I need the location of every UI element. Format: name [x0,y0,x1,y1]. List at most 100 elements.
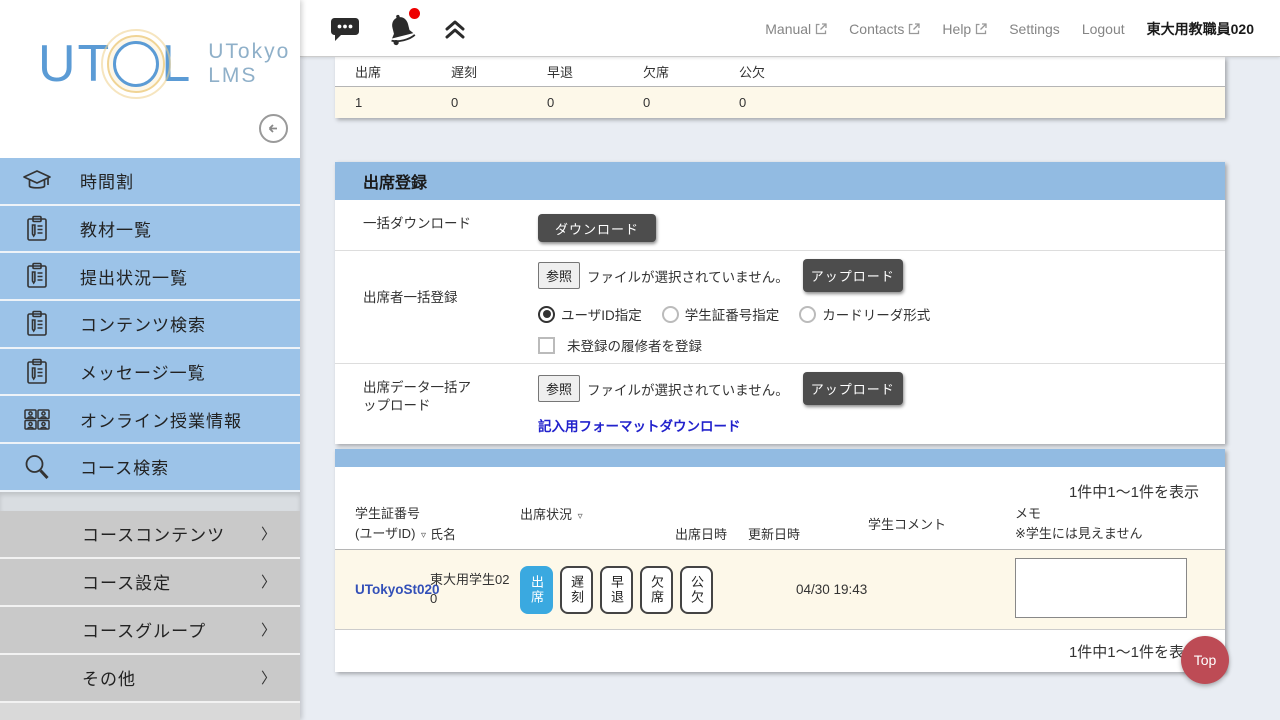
status-button-excused[interactable]: 公欠 [680,566,713,614]
browse-file-button[interactable]: 参照 [538,262,580,289]
radio-user-id[interactable] [538,306,555,323]
logo-sub-utokyo: UTokyo [208,40,290,64]
submenu-item-label: その他 [82,665,136,690]
logo-o-rings [113,41,159,87]
attendance-data-upload-row: 出席データ一括アップロード 参照 ファイルが選択されていません。 アップロード … [335,364,1225,444]
logo-text-ut: UT [38,38,111,90]
sidebar: UT L UTokyo LMS 時間割 教材一覧 [0,0,300,720]
chevron-right-icon: 〉 [261,571,276,592]
collapse-header-icon[interactable] [442,16,468,42]
sidebar-item-others[interactable]: その他 〉 [0,655,300,703]
student-row: UTokyoSt020 東大用学生020 出席 遅刻 早退 欠席 公欠 04/3… [335,550,1225,630]
panel-title: 出席登録 [335,162,1225,200]
topbar: Manual Contacts Help Settings Logout 東大用… [300,0,1280,57]
col-name: 氏名 [430,504,520,543]
col-memo: メモ ※学生には見えません [1015,504,1225,543]
utol-logo: UT L UTokyo LMS [38,38,290,90]
magnifier-icon [20,450,54,484]
row-label: 出席者一括登録 [335,251,538,363]
attendance-summary-table: 出席 遅刻 早退 欠席 公欠 1 0 0 0 0 [335,57,1225,118]
col-student-id[interactable]: 学生証番号 (ユーザID) ▿ [335,504,430,543]
status-button-present[interactable]: 出席 [520,566,553,614]
col-attendance-time: 出席日時 [675,504,748,543]
summary-val-early-leave: 0 [527,95,623,110]
manual-link[interactable]: Manual [765,21,827,37]
external-link-icon [975,23,987,35]
clipboard-icon [20,307,54,341]
sidebar-item-timetable[interactable]: 時間割 [0,158,300,206]
status-button-late[interactable]: 遅刻 [560,566,593,614]
submenu-item-label: コースコンテンツ [82,521,225,546]
contacts-link[interactable]: Contacts [849,21,920,37]
memo-input[interactable] [1015,558,1187,618]
notification-badge-dot [409,8,420,19]
help-link[interactable]: Help [942,21,987,37]
browse-file-button[interactable]: 参照 [538,375,580,402]
status-button-absent[interactable]: 欠席 [640,566,673,614]
submenu-item-label: コース設定 [82,569,171,594]
col-student-comment: 学生コメント [868,504,1015,533]
sidebar-item-course-group[interactable]: コースグループ 〉 [0,607,300,655]
student-name: 東大用学生020 [430,571,512,607]
messages-icon[interactable] [330,15,360,43]
summary-header-row: 出席 遅刻 早退 欠席 公欠 [335,57,1225,87]
sidebar-item-label: 教材一覧 [80,216,152,241]
summary-col-present: 出席 [335,62,431,81]
clipboard-icon [20,212,54,246]
sidebar-item-materials[interactable]: 教材一覧 [0,206,300,254]
sidebar-main-menu: 時間割 教材一覧 提出状況一覧 コンテンツ検索 メッセージ一覧 [0,158,300,492]
sidebar-gap [0,492,300,511]
sidebar-item-course-contents[interactable]: コースコンテンツ 〉 [0,511,300,559]
col-update-time: 更新日時 [748,504,868,543]
student-id-link[interactable]: UTokyoSt020 [355,582,440,597]
sidebar-sub-menu: コースコンテンツ 〉 コース設定 〉 コースグループ 〉 その他 〉 [0,511,300,703]
students-header-row: 学生証番号 (ユーザID) ▿ 氏名 出席状況 ▿ 出席日時 更新日時 学生コメ… [335,502,1225,550]
no-file-selected-text: ファイルが選択されていません。 [587,379,789,399]
sidebar-item-label: コース検索 [80,454,169,479]
format-download-link[interactable]: 記入用フォーマットダウンロード [538,415,741,435]
status-button-early-leave[interactable]: 早退 [600,566,633,614]
sidebar-item-label: メッセージ一覧 [80,359,206,384]
update-time-cell: 04/30 19:43 [748,582,868,597]
col-attendance-status[interactable]: 出席状況 ▿ [520,504,675,523]
external-link-icon [815,23,827,35]
chevron-right-icon: 〉 [261,667,276,688]
logout-link[interactable]: Logout [1082,21,1125,37]
sidebar-item-messages[interactable]: メッセージ一覧 [0,349,300,397]
sidebar-item-online-class[interactable]: オンライン授業情報 [0,396,300,444]
sidebar-item-course-settings[interactable]: コース設定 〉 [0,559,300,607]
sidebar-collapse-button[interactable] [259,114,288,143]
sidebar-item-submissions[interactable]: 提出状況一覧 [0,253,300,301]
summary-val-excused: 0 [719,95,815,110]
settings-link[interactable]: Settings [1009,21,1060,37]
summary-col-excused: 公欠 [719,62,815,81]
chevron-right-icon: 〉 [261,619,276,640]
notifications-bell-icon[interactable] [384,12,418,46]
download-button[interactable]: ダウンロード [538,214,656,242]
summary-col-late: 遅刻 [431,62,527,81]
checkbox-register-unregistered[interactable] [538,337,555,354]
attendee-bulk-register-row: 出席者一括登録 参照 ファイルが選択されていません。 アップロード ユーザID指… [335,251,1225,364]
summary-value-row: 1 0 0 0 0 [335,87,1225,118]
row-label: 出席データ一括アップロード [335,364,538,444]
no-file-selected-text: ファイルが選択されていません。 [587,266,789,286]
clipboard-icon [20,355,54,389]
chevron-right-icon: 〉 [261,523,276,544]
logo-sub-lms: LMS [208,64,290,88]
radio-card-reader-format[interactable] [799,306,816,323]
external-link-icon [908,23,920,35]
sidebar-item-course-search[interactable]: コース検索 [0,444,300,492]
bulk-download-row: 一括ダウンロード ダウンロード [335,200,1225,251]
upload-button[interactable]: アップロード [803,372,903,405]
radio-student-card-number[interactable] [662,306,679,323]
sidebar-item-content-search[interactable]: コンテンツ検索 [0,301,300,349]
sidebar-item-label: 提出状況一覧 [80,264,188,289]
sort-icon: ▿ [578,511,583,522]
summary-col-early-leave: 早退 [527,62,623,81]
row-label: 一括ダウンロード [335,200,538,250]
upload-button[interactable]: アップロード [803,259,903,292]
submenu-item-label: コースグループ [82,617,206,642]
scroll-to-top-button[interactable]: Top [1181,636,1229,684]
graduation-cap-icon [20,164,54,198]
panel-header-strip [335,449,1225,467]
